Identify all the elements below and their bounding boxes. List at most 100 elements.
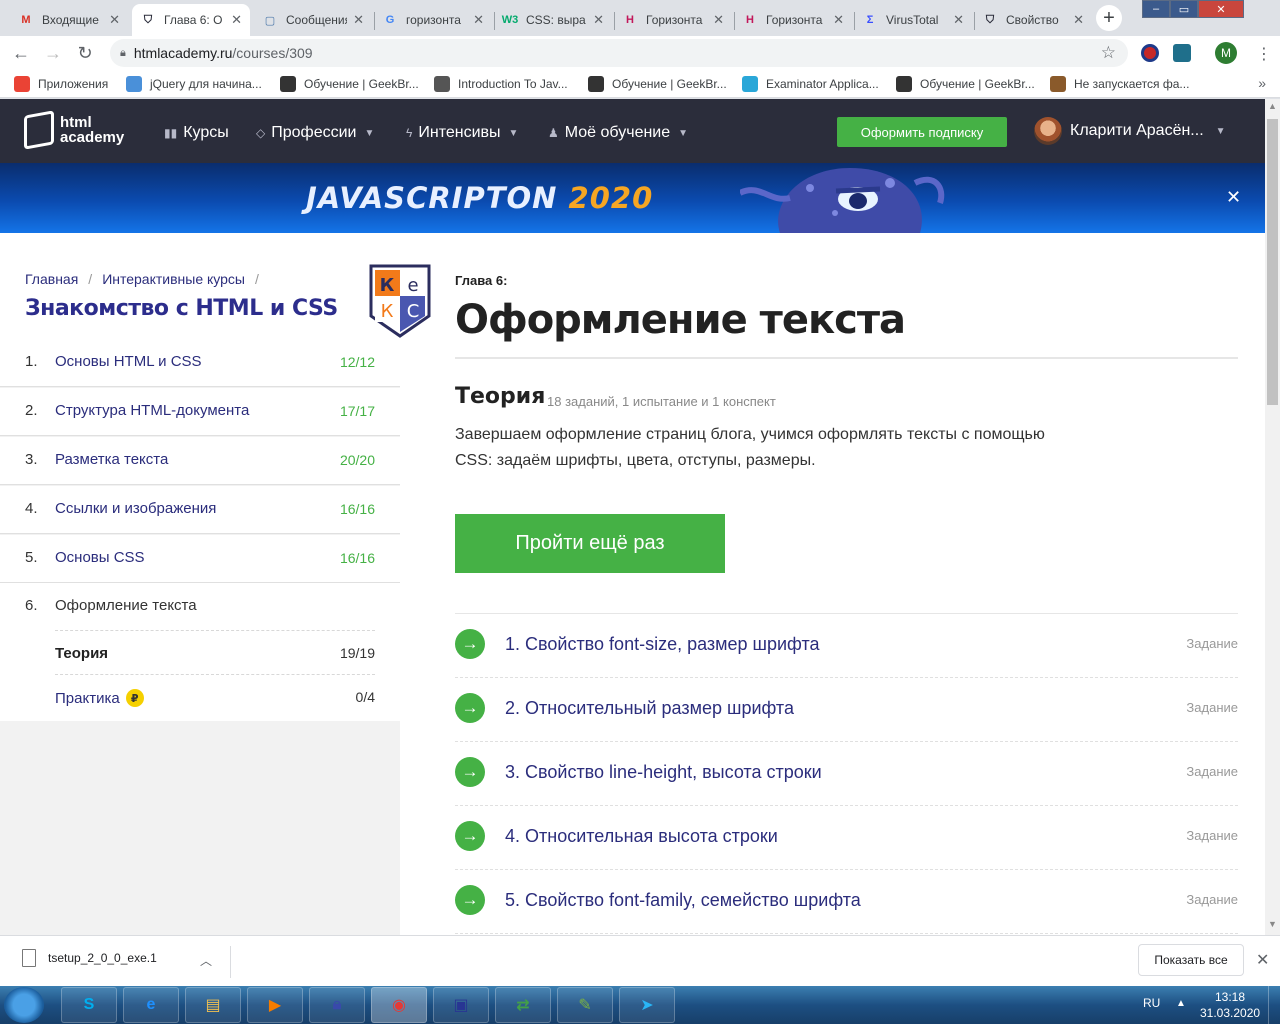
vk-icon: ▢ (264, 14, 276, 27)
chapter-name: Оформление текста (55, 597, 197, 614)
minimize-button[interactable]: – (1142, 0, 1170, 18)
close-tab-icon[interactable]: ✕ (833, 12, 844, 28)
keepass-icon[interactable]: 🔒︎ (309, 987, 365, 1023)
media-player-icon[interactable]: ▶ (247, 987, 303, 1023)
subscribe-button[interactable]: Оформить подписку (837, 117, 1007, 147)
sidebar-chapter[interactable]: 4. Ссылки и изображения 16/16 (0, 486, 400, 534)
course-title[interactable]: Знакомство с HTML и CSS (25, 296, 338, 321)
close-window-button[interactable]: ✕ (1198, 0, 1244, 18)
browser-tab[interactable]: M Входящие ✕ (10, 4, 128, 36)
start-button[interactable] (4, 987, 44, 1023)
nav-my-learning[interactable]: ♟ Моё обучение ▼ (548, 124, 688, 142)
extension-vpn-icon[interactable] (1173, 44, 1191, 62)
page-title: Оформление текста (455, 297, 906, 343)
tray-expand-icon[interactable]: ▲ (1176, 998, 1186, 1009)
notepad-icon[interactable]: ✎ (557, 987, 613, 1023)
close-icon[interactable]: ✕ (1256, 950, 1269, 970)
nav-intensives[interactable]: ϟ Интенсивы ▼ (406, 124, 518, 142)
octopus-mascot-icon (740, 168, 945, 233)
htmlacademy-logo[interactable]: html academy (24, 110, 125, 150)
extension-adblock-icon[interactable] (1141, 44, 1159, 62)
maximize-button[interactable]: ▭ (1170, 0, 1198, 18)
breadcrumb-interactive-courses[interactable]: Интерактивные курсы (102, 271, 245, 287)
sidebar-subitem[interactable]: Теория 19/19 (55, 630, 375, 674)
show-desktop-button[interactable] (1268, 986, 1280, 1024)
bookmark-item[interactable]: Examinator Applica... (742, 76, 879, 92)
back-arrow-icon[interactable]: ← (10, 42, 32, 64)
bookmark-star-icon[interactable]: ☆ (1101, 43, 1116, 63)
browser-tab[interactable]: H Горизонта ✕ (614, 4, 732, 36)
scroll-down-icon[interactable]: ▼ (1268, 919, 1277, 929)
sidebar-chapter[interactable]: 6. Оформление текста (0, 583, 400, 631)
sidebar-chapter[interactable]: 5. Основы CSS 16/16 (0, 535, 400, 583)
close-tab-icon[interactable]: ✕ (353, 12, 364, 28)
bookmark-item[interactable]: Обучение | GeekBr... (588, 76, 727, 92)
telegram-icon[interactable]: ➤ (619, 987, 675, 1023)
explorer-icon[interactable]: ▤ (185, 987, 241, 1023)
chevron-up-icon[interactable]: ︿ (200, 952, 212, 969)
new-tab-button[interactable]: + (1096, 5, 1122, 31)
close-tab-icon[interactable]: ✕ (231, 12, 242, 28)
browser-tab[interactable]: W3 CSS: выра ✕ (494, 4, 612, 36)
download-item[interactable]: tsetup_2_0_0_exe.1 (22, 949, 157, 967)
profile-avatar[interactable]: M (1215, 42, 1237, 64)
language-indicator[interactable]: RU (1143, 996, 1160, 1010)
task-row[interactable]: → 3. Свойство line-height, высота строки З… (455, 742, 1238, 806)
browser-tab[interactable]: ⛉ Свойство ✕ (974, 4, 1092, 36)
geekbrains-icon (588, 76, 604, 92)
skype-icon[interactable]: S (61, 987, 117, 1023)
browser-tab[interactable]: ⛉ Глава 6: О ✕ (132, 4, 250, 36)
browser-tab[interactable]: ▢ Сообщения ✕ (254, 4, 372, 36)
banner-close-icon[interactable]: ✕ (1226, 187, 1241, 208)
task-row[interactable]: → 4. Относительная высота строки Задание (455, 806, 1238, 870)
sidebar-chapter[interactable]: 2. Структура HTML-документа 17/17 (0, 388, 400, 436)
sidebar-chapter[interactable]: 3. Разметка текста 20/20 (0, 437, 400, 485)
close-tab-icon[interactable]: ✕ (473, 12, 484, 28)
bookmarks-overflow-icon[interactable]: » (1258, 75, 1266, 91)
close-tab-icon[interactable]: ✕ (593, 12, 604, 28)
bookmark-item[interactable]: Приложения (14, 76, 108, 92)
clock[interactable]: 13:18 31.03.2020 (1200, 989, 1260, 1021)
floppy-icon[interactable]: ▣ (433, 987, 489, 1023)
task-row[interactable]: → 5. Свойство font-family, семейство шриф… (455, 870, 1238, 934)
network-icon[interactable]: ⇄ (495, 987, 551, 1023)
show-all-downloads-button[interactable]: Показать все (1138, 944, 1244, 976)
nav-courses[interactable]: ▮▮ Курсы (164, 124, 229, 142)
close-tab-icon[interactable]: ✕ (953, 12, 964, 28)
page-scrollbar[interactable]: ▲ ▼ (1265, 99, 1280, 935)
task-row[interactable]: → 2. Относительный размер шрифта Задание (455, 678, 1238, 742)
task-row[interactable]: → 1. Свойство font-size, размер шрифта Зад… (455, 614, 1238, 678)
ie-icon[interactable]: e (123, 987, 179, 1023)
bookmark-item[interactable]: jQuery для начина... (126, 76, 262, 92)
reload-icon[interactable]: ↻ (74, 42, 96, 64)
close-tab-icon[interactable]: ✕ (1073, 12, 1084, 28)
logo-text-line2: academy (60, 129, 125, 146)
forward-arrow-icon[interactable]: → (42, 42, 64, 64)
address-bar[interactable]: 🔒︎ htmlacademy.ru/courses/309 ☆ (110, 39, 1128, 67)
sidebar-chapter[interactable]: 1. Основы HTML и CSS 12/12 (0, 339, 400, 387)
sidebar-subitem[interactable]: Практика ₽ 0/4 (55, 674, 375, 718)
user-menu[interactable]: Кларити Арасён... ▼ (1034, 117, 1226, 145)
close-tab-icon[interactable]: ✕ (109, 12, 120, 28)
bookmark-item[interactable]: Не запускается фа... (1050, 76, 1189, 92)
task-title: 4. Относительная высота строки (505, 826, 778, 846)
bookmark-item[interactable]: Обучение | GeekBr... (896, 76, 1035, 92)
browser-menu-icon[interactable]: ⋮ (1256, 44, 1272, 64)
retry-button[interactable]: Пройти ещё раз (455, 514, 725, 573)
browser-tab[interactable]: Gгоризонта ✕ (374, 4, 492, 36)
arrow-right-icon: → (455, 821, 485, 851)
chrome-icon[interactable]: ◉ (371, 987, 427, 1023)
bookmark-item[interactable]: Introduction To Jav... (434, 76, 568, 92)
scrollbar-thumb[interactable] (1267, 119, 1278, 405)
banner-title: JAVASCRIPTON 2020 (306, 181, 654, 215)
nav-professions[interactable]: ◇ Профессии ▼ (256, 124, 374, 142)
download-filename: tsetup_2_0_0_exe.1 (48, 951, 157, 965)
browser-tab[interactable]: H Горизонта ✕ (734, 4, 852, 36)
bookmark-item[interactable]: Обучение | GeekBr... (280, 76, 419, 92)
w3schools-icon: W3 (501, 14, 519, 26)
breadcrumb-home[interactable]: Главная (25, 271, 78, 287)
scroll-up-icon[interactable]: ▲ (1268, 101, 1277, 111)
close-tab-icon[interactable]: ✕ (713, 12, 724, 28)
browser-tab[interactable]: Σ VirusTotal ✕ (854, 4, 972, 36)
promo-banner[interactable]: JAVASCRIPTON 2020 ✕ (0, 163, 1265, 233)
